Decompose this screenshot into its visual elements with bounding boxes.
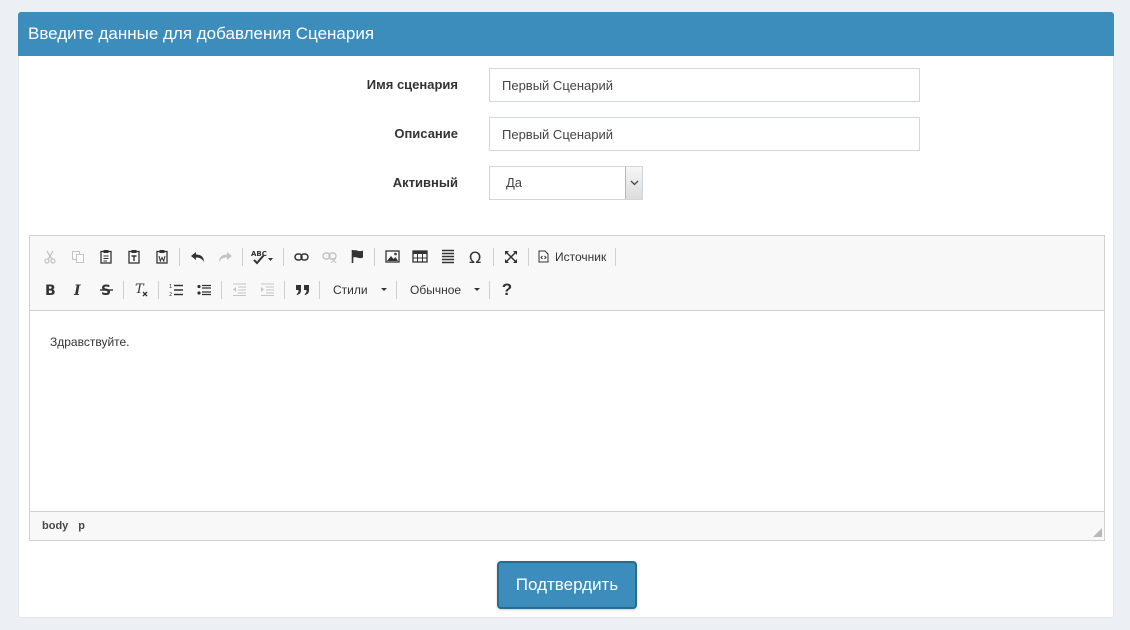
svg-text:2: 2 [169,292,172,297]
copy-icon[interactable] [64,244,92,270]
strikethrough-icon[interactable]: S [92,277,120,303]
special-char-omega-icon[interactable]: Ω [462,244,490,270]
active-select-value: Да [506,175,523,190]
toolbar-separator [396,280,397,299]
caret-down-icon [474,288,480,291]
paste-icon[interactable] [92,244,120,270]
format-dropdown[interactable]: Обычное [400,277,486,303]
toolbar-separator [123,280,124,299]
toolbar-separator [158,280,159,299]
anchor-flag-icon[interactable] [343,244,371,270]
add-scenario-panel: Введите данные для добавления Сценария И… [18,12,1114,618]
svg-text:B: B [45,283,56,297]
indent-icon[interactable] [253,277,281,303]
numbered-list-icon[interactable]: 12 [162,277,190,303]
outdent-icon[interactable] [225,277,253,303]
svg-text:Ω: Ω [469,250,481,264]
editor-content[interactable]: Здравствуйте. [30,311,1104,511]
name-row: Имя сценария [19,68,1113,102]
editor-element-path: body p [30,511,1104,540]
toolbar-separator [179,247,180,266]
toolbar-separator [284,280,285,299]
resize-handle-icon[interactable] [1093,528,1102,537]
maximize-icon[interactable] [497,244,525,270]
svg-text:I: I [73,283,81,297]
source-label: Источник [555,249,607,264]
active-row: Активный Да [19,166,1113,200]
toolbar-separator [374,247,375,266]
bulleted-list-icon[interactable] [190,277,218,303]
editor-toolbar: ABC Ω Источник B I S T 1 2 Стили Обычное… [30,236,1104,311]
format-label: Обычное [410,282,462,297]
spellcheck-icon[interactable]: ABC [246,244,280,270]
chevron-down-icon[interactable] [625,167,642,199]
toolbar-separator [221,280,222,299]
blockquote-icon[interactable] [288,277,316,303]
redo-icon[interactable] [211,244,239,270]
name-label: Имя сценария [366,77,458,92]
image-icon[interactable] [378,244,406,270]
path-body[interactable]: body [42,520,68,532]
paste-word-icon[interactable] [148,244,176,270]
svg-text:ABC: ABC [251,250,267,258]
svg-text:1: 1 [169,284,172,290]
toolbar-separator [319,280,320,299]
source-icon [538,250,549,263]
toolbar-separator [493,247,494,266]
name-input[interactable] [489,68,920,102]
active-label: Активный [392,175,458,190]
toolbar-separator [615,247,617,266]
rich-text-editor: ABC Ω Источник B I S T 1 2 Стили Обычное… [29,235,1105,541]
italic-icon[interactable]: I [64,277,92,303]
styles-label: Стили [333,282,368,297]
toolbar-separator [283,247,284,266]
description-label: Описание [394,126,458,141]
editor-paragraph[interactable]: Здравствуйте. [50,335,1084,349]
unlink-icon[interactable] [315,244,343,270]
styles-dropdown[interactable]: Стили [323,277,393,303]
source-button[interactable]: Источник [532,244,612,270]
caret-down-icon [381,288,387,291]
toolbar-separator [489,280,490,299]
undo-icon[interactable] [183,244,211,270]
toolbar-separator [242,247,243,266]
bold-icon[interactable]: B [36,277,64,303]
remove-format-icon[interactable]: T [127,277,155,303]
link-icon[interactable] [287,244,315,270]
toolbar-row-2: B I S T 12 Стили Обычное ? [36,273,1098,306]
description-row: Описание [19,117,1113,151]
cut-icon[interactable] [36,244,64,270]
panel-title: Введите данные для добавления Сценария [18,12,1114,56]
description-input[interactable] [489,117,920,151]
toolbar-row-1: ABC Ω Источник [36,240,1098,273]
toolbar-separator [528,247,529,266]
active-select[interactable]: Да [489,166,643,200]
path-p[interactable]: p [78,520,85,532]
help-button[interactable]: ? [493,277,521,303]
submit-button[interactable]: Подтвердить [497,561,637,609]
table-icon[interactable] [406,244,434,270]
horizontal-rule-icon[interactable] [434,244,462,270]
paste-text-icon[interactable] [120,244,148,270]
